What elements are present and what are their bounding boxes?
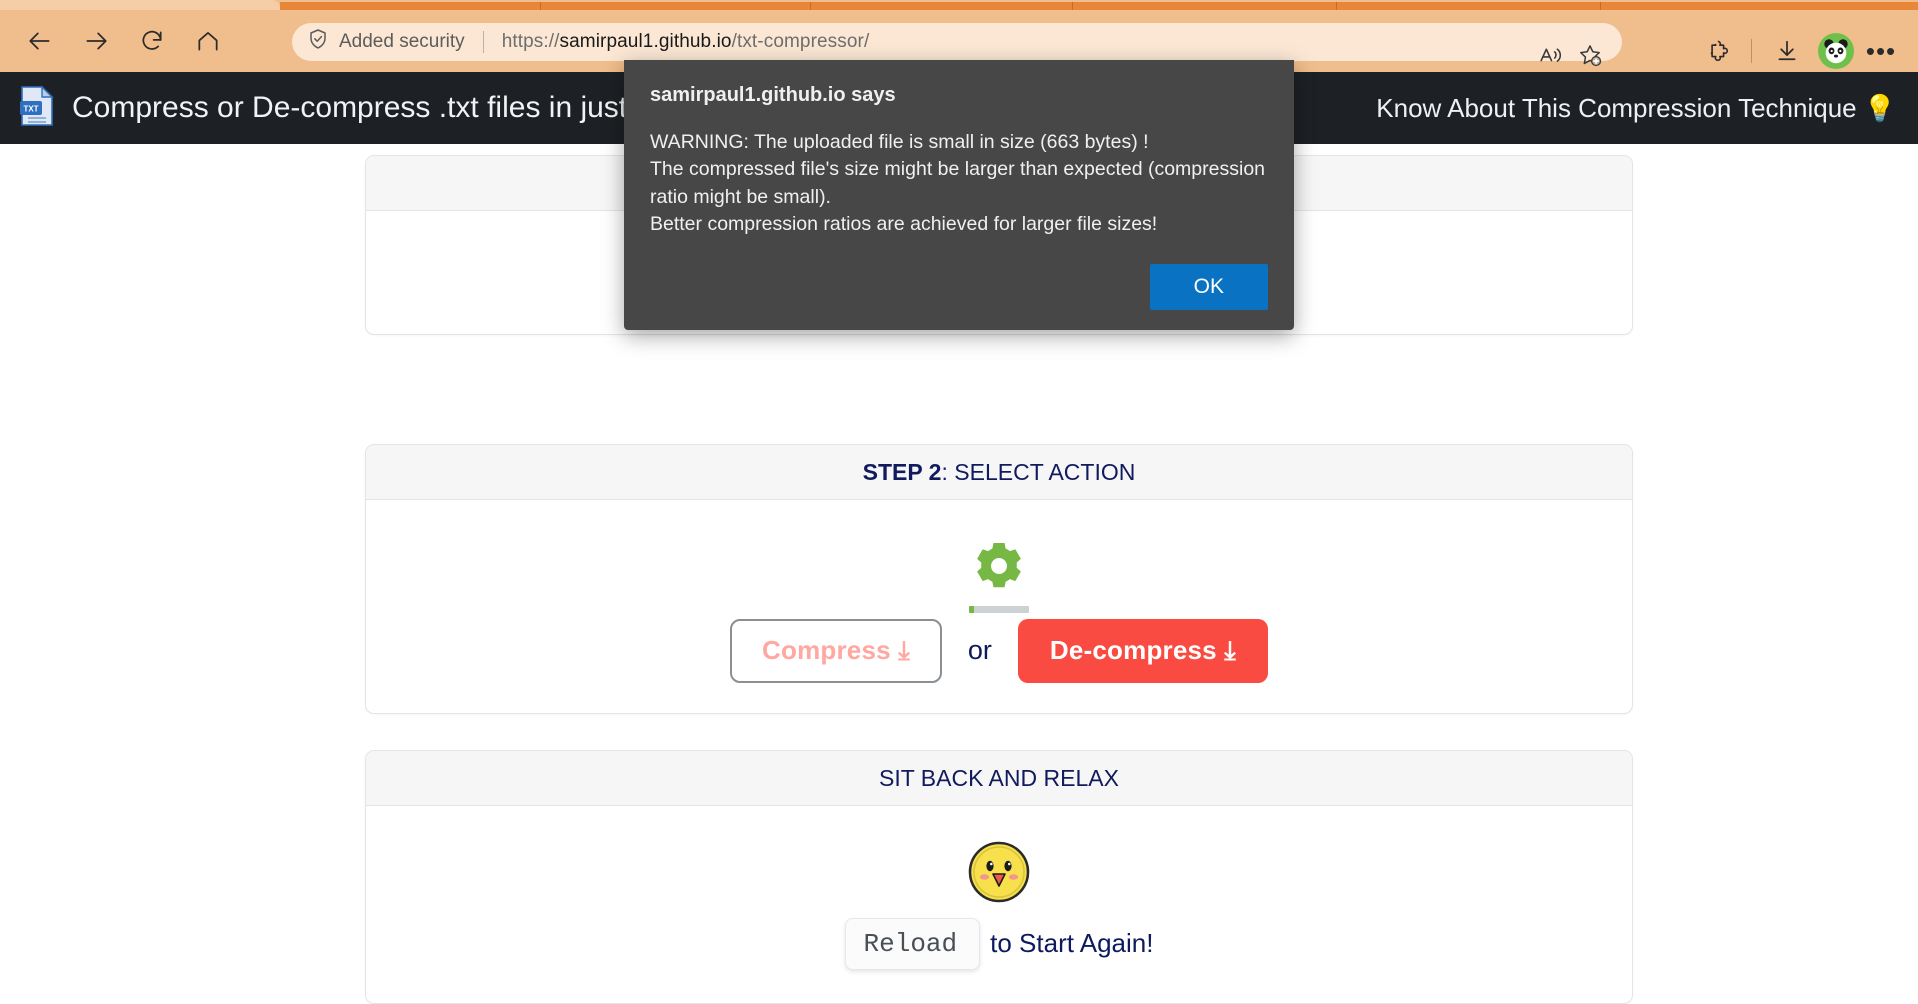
- javascript-alert-dialog: samirpaul1.github.io says WARNING: The u…: [624, 60, 1294, 331]
- action-row: Compress ⤓ or De-compress ⤓: [730, 618, 1268, 683]
- url-scheme: https://: [501, 31, 560, 52]
- url-text[interactable]: https://samirpaul1.github.io/txt-compres…: [502, 31, 870, 53]
- card-step-2-body: Compress ⤓ or De-compress ⤓: [366, 500, 1632, 713]
- card-relax-body: Reload to Start Again!: [366, 806, 1632, 1003]
- toolbar-divider: [1751, 39, 1752, 63]
- address-divider: [482, 31, 484, 53]
- read-aloud-icon[interactable]: [1530, 36, 1570, 74]
- reload-icon[interactable]: [130, 19, 174, 63]
- shield-check-icon: [306, 27, 330, 57]
- reload-button[interactable]: Reload: [844, 917, 981, 970]
- compress-button[interactable]: Compress ⤓: [730, 618, 942, 683]
- txt-file-icon: TXT: [18, 84, 56, 132]
- panda-avatar-icon: [1824, 39, 1848, 64]
- tab-separator: [1336, 2, 1337, 10]
- tab-separator: [1072, 2, 1073, 10]
- security-label: Added security: [339, 31, 465, 52]
- progress-bar: [969, 605, 1029, 613]
- downloads-icon[interactable]: [1764, 28, 1810, 74]
- reload-suffix-label: to Start Again!: [990, 928, 1154, 958]
- forward-icon[interactable]: [74, 19, 118, 63]
- navbar-title: Compress or De-compress .txt files in ju…: [72, 91, 628, 124]
- home-icon[interactable]: [186, 19, 230, 63]
- address-bar[interactable]: Added security https://samirpaul1.github…: [292, 23, 1622, 67]
- navbar-link-know-about[interactable]: Know About This Compression Technique 💡: [1376, 93, 1896, 124]
- settings-more-icon[interactable]: •••: [1858, 28, 1904, 74]
- extensions-icon[interactable]: [1697, 28, 1743, 74]
- url-host: samirpaul1.github.io: [559, 31, 732, 52]
- browser-tab-background-strip[interactable]: [280, 2, 1918, 10]
- tab-separator: [1600, 2, 1601, 10]
- card-relax-header: SIT BACK AND RELAX: [366, 751, 1632, 806]
- or-label: or: [967, 635, 992, 665]
- card-step-2-header-rest: : SELECT ACTION: [941, 458, 1136, 485]
- security-indicator[interactable]: Added security: [306, 27, 465, 57]
- address-bar-actions: [1530, 36, 1610, 74]
- tab-separator: [810, 2, 811, 10]
- happy-face-emoji: [967, 840, 1031, 904]
- navbar-link-label: Know About This Compression Technique: [1376, 92, 1857, 123]
- card-step-2: STEP 2: SELECT ACTION Compress ⤓ or De-c…: [365, 444, 1633, 714]
- dialog-message: WARNING: The uploaded file is small in s…: [650, 131, 1266, 235]
- card-step-2-header-bold: STEP 2: [862, 458, 942, 485]
- decompress-button[interactable]: De-compress ⤓: [1017, 618, 1268, 683]
- card-step-2-header: STEP 2: SELECT ACTION: [366, 445, 1632, 500]
- back-icon[interactable]: [18, 19, 62, 63]
- tab-strip[interactable]: [0, 0, 1918, 10]
- dialog-ok-button[interactable]: OK: [1149, 264, 1268, 311]
- reload-row: Reload to Start Again!: [844, 917, 1154, 970]
- dialog-actions: OK: [650, 264, 1268, 311]
- navbar-brand[interactable]: TXT Compress or De-compress .txt files i…: [18, 84, 628, 132]
- tab-separator: [540, 2, 541, 10]
- add-favorite-icon[interactable]: [1570, 36, 1610, 74]
- browser-tab-active[interactable]: [0, 0, 280, 10]
- progress-bar-fill: [969, 605, 974, 613]
- profile-avatar[interactable]: [1818, 33, 1854, 69]
- svg-text:TXT: TXT: [23, 104, 38, 113]
- card-relax-header-rest: SIT BACK AND RELAX: [879, 764, 1119, 791]
- lightbulb-icon: 💡: [1863, 92, 1896, 123]
- dialog-title: samirpaul1.github.io says: [650, 84, 896, 106]
- url-path: /txt-compressor/: [731, 31, 870, 52]
- processing-indicator: [969, 537, 1029, 613]
- gear-icon: [970, 537, 1028, 600]
